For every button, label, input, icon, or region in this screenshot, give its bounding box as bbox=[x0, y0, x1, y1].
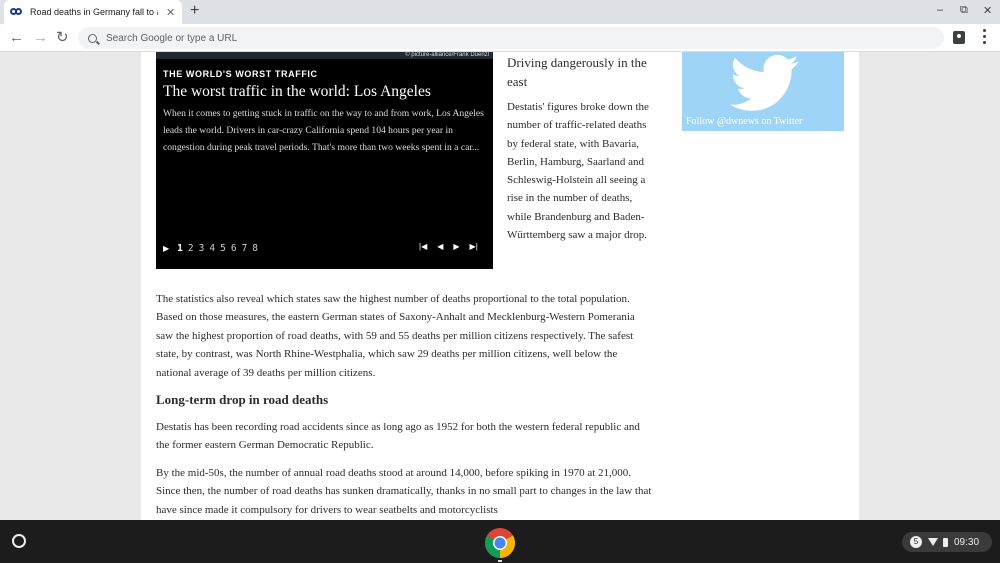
reload-button[interactable]: ↻ bbox=[56, 29, 69, 47]
tab-strip: Road deaths in Germany fall to a ✕ + ‒ ⧉… bbox=[0, 0, 1000, 24]
sidebar-paragraph: Destatis' figures broke down the number … bbox=[507, 101, 649, 242]
section-heading: Long-term drop in road deaths bbox=[156, 392, 329, 408]
article-paragraph: The statistics also reveal which states … bbox=[156, 293, 635, 379]
gallery-page-5[interactable]: 5 bbox=[220, 243, 226, 254]
tab-title: Road deaths in Germany fall to a bbox=[30, 7, 158, 17]
back-button[interactable]: ← bbox=[9, 29, 24, 47]
picture-gallery: © picture-alliance/Frank Duenzl THE WORL… bbox=[156, 52, 493, 269]
twitter-follow-box[interactable]: Follow @dwnews on Twitter bbox=[682, 52, 844, 131]
gallery-page-7[interactable]: 7 bbox=[242, 243, 248, 254]
browser-toolbar: ← → ↻ Search Google or type a URL bbox=[0, 24, 1000, 52]
article-paragraph: By the mid-50s, the number of annual roa… bbox=[156, 466, 652, 516]
prev-slide-icon[interactable]: ◀ bbox=[437, 242, 443, 251]
gallery-page-8[interactable]: 8 bbox=[252, 243, 258, 254]
os-shelf: 5 09:30 bbox=[0, 520, 1000, 563]
restore-button[interactable]: ⧉ bbox=[960, 4, 968, 17]
article-paragraph: Destatis has been recording road acciden… bbox=[156, 421, 640, 452]
browser-tab[interactable]: Road deaths in Germany fall to a ✕ bbox=[4, 0, 182, 24]
address-bar-placeholder: Search Google or type a URL bbox=[106, 32, 238, 44]
gallery-caption: When it comes to getting stuck in traffi… bbox=[163, 108, 484, 153]
dw-favicon-icon bbox=[10, 8, 22, 16]
gallery-controls: |◀ ◀ ▶ ▶| bbox=[419, 242, 488, 251]
last-slide-icon[interactable]: ▶| bbox=[470, 242, 478, 251]
wifi-icon bbox=[928, 538, 938, 546]
gallery-page-2[interactable]: 2 bbox=[188, 243, 194, 254]
play-icon[interactable]: ▶ bbox=[163, 244, 169, 253]
first-slide-icon[interactable]: |◀ bbox=[419, 242, 427, 251]
twitter-bird-icon bbox=[730, 54, 799, 111]
section-subheading: Driving dangerously in the east bbox=[507, 55, 647, 89]
minimize-button[interactable]: ‒ bbox=[937, 4, 943, 16]
next-slide-icon[interactable]: ▶ bbox=[453, 242, 459, 251]
address-bar[interactable]: Search Google or type a URL bbox=[78, 27, 944, 49]
chrome-app-icon[interactable] bbox=[484, 527, 516, 559]
gallery-page-3[interactable]: 3 bbox=[199, 243, 205, 254]
gallery-page-6[interactable]: 6 bbox=[231, 243, 237, 254]
running-indicator bbox=[498, 560, 502, 562]
twitter-follow-label: Follow @dwnews on Twitter bbox=[686, 116, 803, 127]
gallery-page-1[interactable]: 1 bbox=[177, 243, 183, 254]
close-window-button[interactable]: ✕ bbox=[983, 4, 992, 17]
gallery-kicker: THE WORLD'S WORST TRAFFIC bbox=[163, 69, 318, 79]
profile-icon[interactable] bbox=[953, 31, 965, 44]
clock: 09:30 bbox=[954, 536, 980, 548]
new-tab-button[interactable]: + bbox=[190, 2, 199, 20]
gallery-pagination: ▶ 1 2 3 4 5 6 7 8 bbox=[163, 243, 263, 254]
tab-close-icon[interactable]: ✕ bbox=[166, 6, 175, 19]
article-body: The statistics also reveal which states … bbox=[156, 290, 654, 520]
article-page: © picture-alliance/Frank Duenzl THE WORL… bbox=[141, 52, 859, 520]
menu-icon[interactable] bbox=[983, 29, 987, 47]
launcher-icon[interactable] bbox=[12, 534, 26, 548]
status-tray[interactable]: 5 09:30 bbox=[902, 532, 992, 552]
battery-icon bbox=[943, 537, 948, 547]
forward-button[interactable]: → bbox=[33, 29, 48, 47]
search-icon bbox=[88, 33, 97, 43]
photo-credit: © picture-alliance/Frank Duenzl bbox=[405, 52, 489, 58]
gallery-page-4[interactable]: 4 bbox=[209, 243, 215, 254]
notification-count: 5 bbox=[910, 536, 922, 548]
gallery-headline[interactable]: The worst traffic in the world: Los Ange… bbox=[163, 83, 431, 101]
